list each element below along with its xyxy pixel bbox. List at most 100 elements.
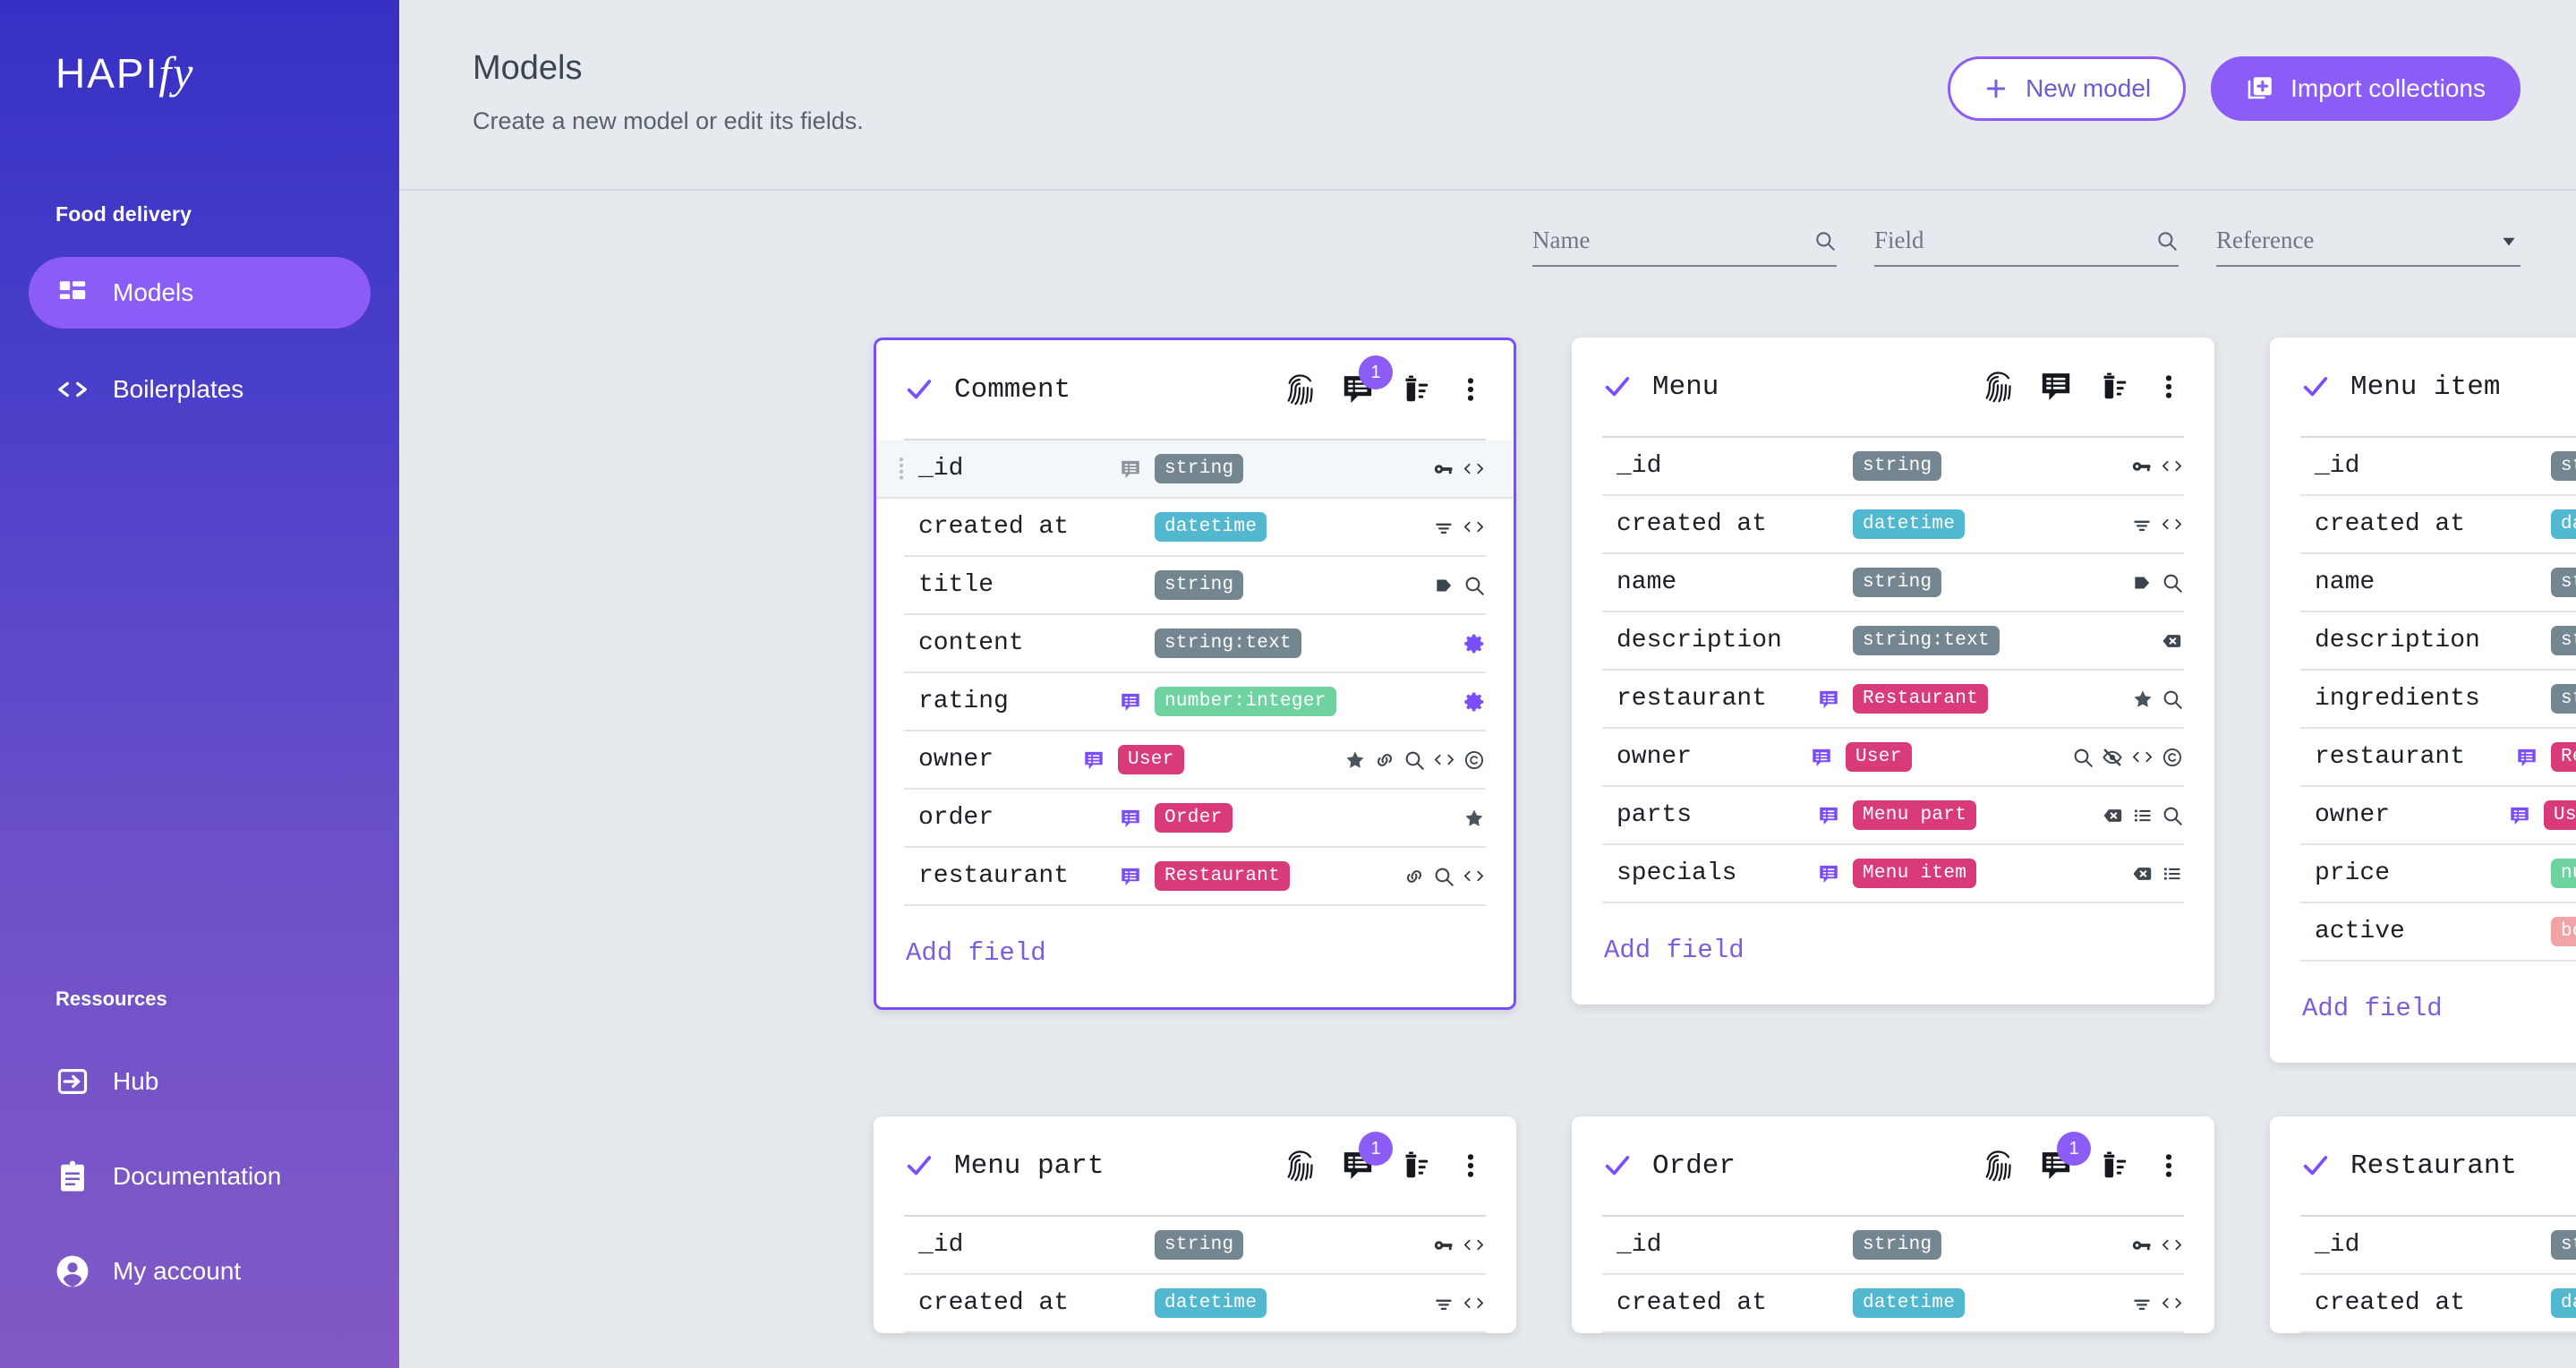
search-icon[interactable] bbox=[2161, 688, 2184, 711]
field-row[interactable]: specials Menu item bbox=[1602, 845, 2184, 903]
copyright-icon[interactable] bbox=[2161, 746, 2184, 769]
code-icon[interactable] bbox=[2160, 1291, 2184, 1315]
code-icon[interactable] bbox=[1462, 1233, 1486, 1257]
field-row[interactable]: restaurant Restaurant bbox=[2300, 729, 2576, 787]
field-row[interactable]: _id string bbox=[1602, 438, 2184, 496]
chevron-down-icon[interactable] bbox=[2497, 229, 2521, 252]
sidebar-item-hub[interactable]: Hub bbox=[29, 1046, 371, 1117]
filter-field[interactable]: Field bbox=[1874, 227, 2179, 267]
sidebar-item-models[interactable]: Models bbox=[29, 257, 371, 329]
field-row[interactable]: restaurant Restaurant bbox=[904, 848, 1486, 906]
check-icon[interactable] bbox=[1602, 1150, 1633, 1181]
field-row[interactable]: created at datetime bbox=[2300, 1275, 2576, 1333]
note-icon-gray[interactable] bbox=[1119, 457, 1142, 481]
code-icon[interactable] bbox=[1462, 1291, 1486, 1315]
add-field-button[interactable]: Add field bbox=[904, 906, 1486, 1007]
filter-reference[interactable]: Reference bbox=[2216, 227, 2521, 267]
comment-table-icon[interactable] bbox=[2039, 370, 2073, 404]
field-row[interactable]: created at datetime bbox=[1602, 1275, 2184, 1333]
sidebar-item-my-account[interactable]: My account bbox=[29, 1235, 371, 1307]
comment-table-icon[interactable]: 1 bbox=[1341, 355, 1393, 406]
delete-sweep-icon[interactable] bbox=[1398, 1149, 1432, 1183]
field-row[interactable]: owner User bbox=[1602, 729, 2184, 787]
import-collections-button[interactable]: Import collections bbox=[2211, 56, 2521, 121]
star-icon[interactable] bbox=[1463, 807, 1486, 830]
eye-off-icon[interactable] bbox=[2101, 746, 2124, 769]
sidebar-item-documentation[interactable]: Documentation bbox=[29, 1141, 371, 1212]
code-icon[interactable] bbox=[2160, 454, 2184, 478]
check-icon[interactable] bbox=[2300, 372, 2331, 402]
note-icon[interactable] bbox=[1119, 865, 1142, 888]
delete-sweep-icon[interactable] bbox=[2096, 1149, 2130, 1183]
check-icon[interactable] bbox=[904, 1150, 934, 1181]
field-row[interactable]: _id string bbox=[2300, 1217, 2576, 1275]
more-vert-icon[interactable] bbox=[1455, 1150, 1486, 1181]
search-icon[interactable] bbox=[1432, 865, 1455, 888]
sort-icon[interactable] bbox=[1432, 1292, 1455, 1315]
model-card[interactable]: Menu item_idstringcreated atdatetimename… bbox=[2270, 338, 2576, 1063]
model-card[interactable]: Order 1 _id string created at datetime bbox=[1572, 1116, 2214, 1333]
model-card[interactable]: Menu part 1 _id string created at datetime bbox=[874, 1116, 1516, 1333]
field-row[interactable]: owner User bbox=[904, 731, 1486, 790]
tag-icon[interactable] bbox=[1433, 574, 1456, 597]
code-icon[interactable] bbox=[2160, 1233, 2184, 1257]
gear-icon[interactable] bbox=[1463, 632, 1486, 655]
more-vert-icon[interactable] bbox=[2154, 372, 2184, 402]
key-icon[interactable] bbox=[1432, 1234, 1455, 1257]
field-row[interactable]: name string bbox=[1602, 554, 2184, 612]
filter-name[interactable]: Name bbox=[1532, 227, 1837, 267]
drag-handle-icon[interactable] bbox=[897, 456, 906, 483]
list-icon[interactable] bbox=[2161, 862, 2184, 885]
x-badge-icon[interactable] bbox=[2131, 862, 2154, 885]
check-icon[interactable] bbox=[2300, 1150, 2331, 1181]
note-icon[interactable] bbox=[1119, 690, 1142, 714]
sort-icon[interactable] bbox=[2130, 1292, 2154, 1315]
more-vert-icon[interactable] bbox=[2154, 1150, 2184, 1181]
check-icon[interactable] bbox=[1602, 372, 1633, 402]
note-icon[interactable] bbox=[1817, 688, 1840, 711]
search-icon[interactable] bbox=[1403, 748, 1426, 772]
search-icon[interactable] bbox=[1463, 574, 1486, 597]
field-row[interactable]: title string bbox=[904, 557, 1486, 615]
field-row[interactable]: name string bbox=[2300, 554, 2576, 612]
model-card[interactable]: Menu _id string created at datetime name strin… bbox=[1572, 338, 2214, 1005]
add-field-button[interactable]: Add field bbox=[1602, 903, 2184, 1005]
x-badge-icon[interactable] bbox=[2102, 804, 2125, 827]
star-icon[interactable] bbox=[1343, 748, 1367, 772]
note-icon[interactable] bbox=[1119, 807, 1142, 830]
new-model-button[interactable]: New model bbox=[1948, 56, 2187, 121]
fingerprint-icon[interactable] bbox=[1282, 372, 1318, 407]
code-icon[interactable] bbox=[2160, 512, 2184, 536]
x-badge-icon[interactable] bbox=[2161, 629, 2184, 653]
search-icon[interactable] bbox=[2071, 746, 2094, 769]
field-row[interactable]: _id string bbox=[2300, 438, 2576, 496]
code-icon[interactable] bbox=[1432, 748, 1456, 772]
gear-icon[interactable] bbox=[1463, 690, 1486, 714]
field-row[interactable]: parts Menu part bbox=[1602, 787, 2184, 845]
field-row[interactable]: price number:float bbox=[2300, 845, 2576, 903]
field-row[interactable]: description string:text bbox=[2300, 612, 2576, 671]
note-icon[interactable] bbox=[2508, 804, 2531, 827]
delete-sweep-icon[interactable] bbox=[1398, 372, 1432, 406]
sort-icon[interactable] bbox=[1432, 516, 1455, 539]
check-icon[interactable] bbox=[904, 374, 934, 405]
search-icon[interactable] bbox=[2161, 571, 2184, 594]
field-row[interactable]: _id string bbox=[1602, 1217, 2184, 1275]
model-card[interactable]: Restaurant _id string created at datetime bbox=[2270, 1116, 2576, 1333]
field-row[interactable]: _id string bbox=[904, 1217, 1486, 1275]
more-vert-icon[interactable] bbox=[1455, 374, 1486, 405]
code-icon[interactable] bbox=[1462, 457, 1486, 481]
field-row[interactable]: restaurant Restaurant bbox=[1602, 671, 2184, 729]
code-icon[interactable] bbox=[1462, 515, 1486, 539]
field-row[interactable]: created at datetime bbox=[2300, 496, 2576, 554]
list-icon[interactable] bbox=[2131, 804, 2154, 827]
search-icon[interactable] bbox=[2155, 229, 2179, 252]
key-icon[interactable] bbox=[2130, 1234, 2154, 1257]
code-icon[interactable] bbox=[1462, 864, 1486, 888]
link-icon[interactable] bbox=[1373, 748, 1396, 772]
field-row[interactable]: created at datetime bbox=[904, 499, 1486, 557]
delete-sweep-icon[interactable] bbox=[2096, 370, 2130, 404]
note-icon[interactable] bbox=[1817, 862, 1840, 885]
field-row[interactable]: ingredients string:text bbox=[2300, 671, 2576, 729]
note-icon[interactable] bbox=[1810, 746, 1833, 769]
